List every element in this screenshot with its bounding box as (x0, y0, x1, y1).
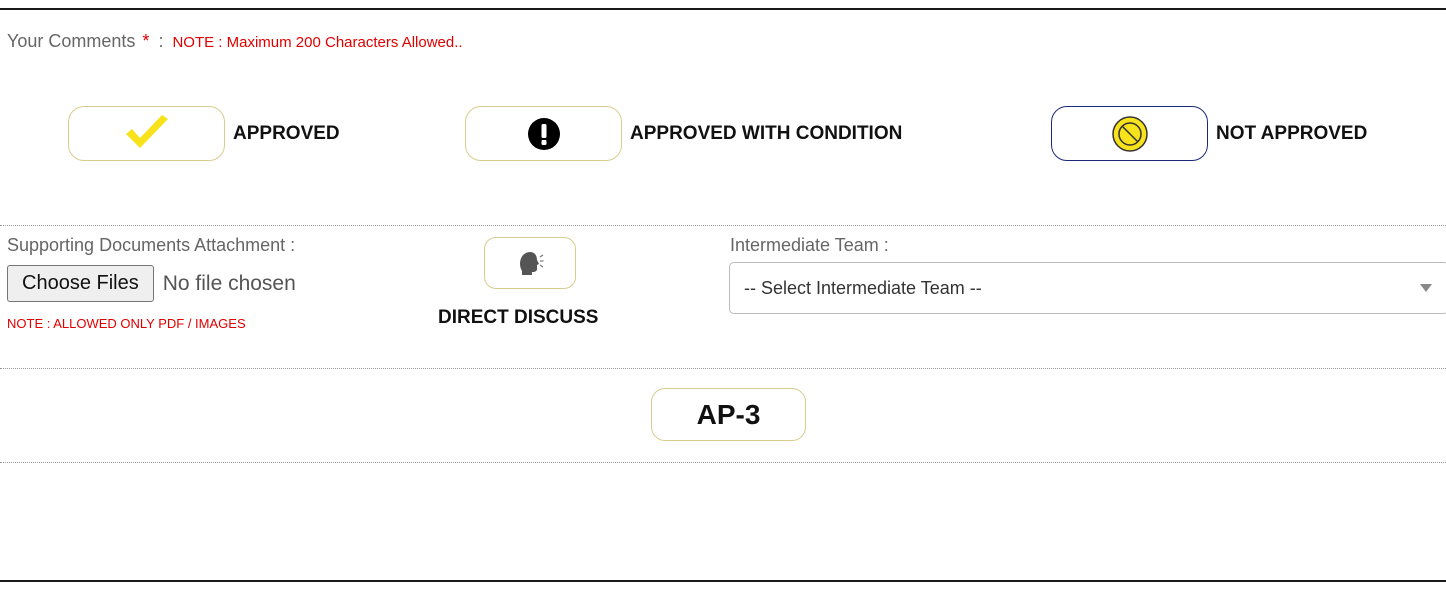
direct-discuss-label: DIRECT DISCUSS (438, 307, 599, 328)
approved-with-condition-button[interactable] (465, 106, 622, 161)
comments-note: NOTE : Maximum 200 Characters Allowed.. (172, 34, 463, 51)
check-icon (125, 114, 168, 148)
approved-with-condition-label: APPROVED WITH CONDITION (630, 122, 903, 144)
status-option-approved[interactable]: APPROVED (68, 106, 340, 161)
intermediate-team-select[interactable]: -- Select Intermediate Team -- (729, 262, 1446, 314)
ap-3-button[interactable]: AP-3 (651, 388, 806, 441)
approved-label: APPROVED (233, 122, 340, 144)
chevron-down-icon (1420, 284, 1432, 292)
approved-button[interactable] (68, 106, 225, 161)
direct-discuss-button[interactable] (484, 237, 576, 289)
divider (0, 368, 1446, 369)
divider (0, 225, 1446, 226)
intermediate-team-label: Intermediate Team : (730, 235, 889, 255)
file-status: No file chosen (162, 271, 296, 295)
intermediate-team-value: -- Select Intermediate Team -- (744, 277, 982, 298)
bottom-border (0, 580, 1446, 582)
exclamation-icon (527, 117, 560, 150)
not-approved-button[interactable] (1051, 106, 1208, 161)
status-option-not-approved[interactable]: NOT APPROVED (1051, 106, 1367, 161)
file-input[interactable]: Choose Files No file chosen (7, 265, 296, 302)
divider (0, 462, 1446, 463)
attachment-label: Supporting Documents Attachment : (7, 235, 296, 255)
comments-label: Your Comments (7, 31, 136, 51)
not-approved-label: NOT APPROVED (1216, 122, 1368, 144)
comments-label-row: Your Comments * : NOTE : Maximum 200 Cha… (7, 31, 463, 52)
choose-files-button[interactable]: Choose Files (7, 265, 154, 302)
status-option-approved-with-condition[interactable]: APPROVED WITH CONDITION (465, 106, 902, 161)
speaking-head-icon (520, 252, 544, 275)
attachment-note: NOTE : ALLOWED ONLY PDF / IMAGES (7, 316, 246, 331)
prohibited-icon (1111, 115, 1148, 152)
top-border (0, 8, 1446, 10)
required-mark: * (142, 31, 150, 51)
comments-separator: : (158, 31, 164, 51)
